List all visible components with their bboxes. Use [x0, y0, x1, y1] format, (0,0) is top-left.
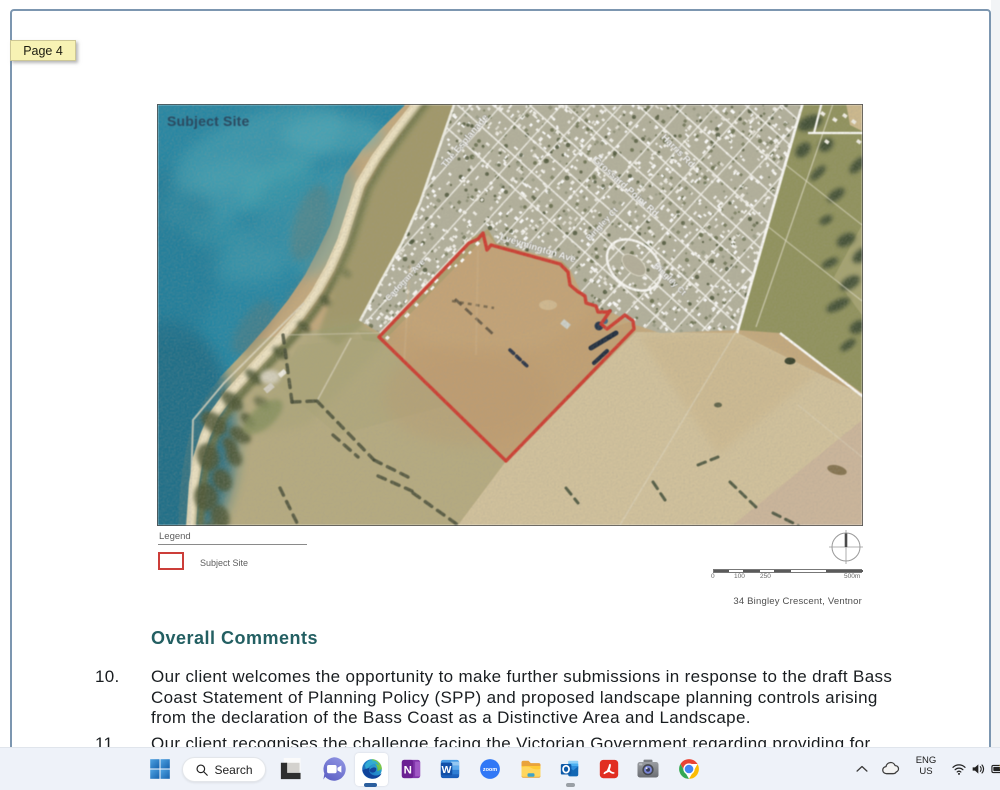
svg-text:W: W	[442, 764, 452, 776]
svg-text:Subject Site: Subject Site	[167, 113, 250, 129]
svg-text:N: N	[404, 764, 412, 776]
svg-text:zoom: zoom	[483, 767, 497, 773]
